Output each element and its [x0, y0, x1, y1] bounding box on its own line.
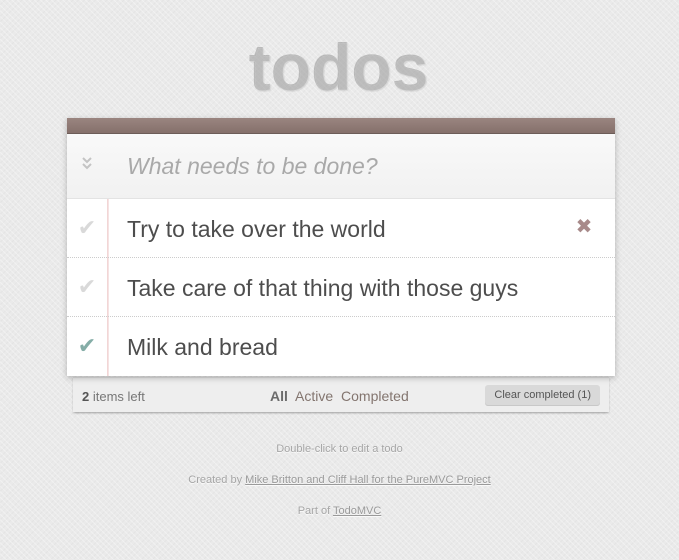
credits-prefix: Created by [188, 474, 243, 486]
todo-card: ✔ Try to take over the world ✖ ✔ Take ca… [67, 118, 615, 376]
double-chevron-down-icon[interactable] [79, 156, 95, 176]
todo-item-label: Take care of that thing with those guys [127, 275, 519, 301]
credits-line: Created by Mike Britton and Cliff Hall f… [0, 474, 679, 486]
items-left-number: 2 [82, 389, 90, 404]
todomvc-link[interactable]: TodoMVC [333, 505, 381, 517]
todo-item-label: Try to take over the world [127, 216, 386, 242]
clear-completed-button[interactable]: Clear completed (1) [485, 385, 600, 406]
credits-link[interactable]: Mike Britton and Cliff Hall for the Pure… [245, 474, 491, 486]
new-todo-input[interactable] [117, 146, 615, 186]
app-title: todos [249, 31, 430, 105]
new-todo-row [67, 134, 615, 199]
destroy-x-icon[interactable]: ✖ [573, 215, 595, 239]
part-of-line: Part of TodoMVC [0, 505, 679, 517]
todo-item[interactable]: ✔ Take care of that thing with those guy… [67, 258, 615, 317]
check-icon[interactable]: ✔ [75, 333, 99, 359]
filters: All Active Completed [270, 388, 413, 404]
filter-active[interactable]: Active [295, 388, 333, 404]
filter-completed[interactable]: Completed [341, 388, 409, 404]
filter-all[interactable]: All [270, 388, 288, 404]
todo-item[interactable]: ✔ Try to take over the world ✖ [67, 199, 615, 258]
edit-hint: Double-click to edit a todo [276, 443, 403, 455]
items-left-count: 2 items left [82, 389, 145, 404]
todo-footer: 2 items left All Active Completed Clear … [73, 377, 609, 412]
part-of-prefix: Part of [297, 505, 331, 517]
todo-item-label: Milk and bread [127, 334, 278, 360]
toggle-all-icon-svg [82, 157, 92, 170]
card-header-bar [67, 118, 615, 134]
todo-list: ✔ Try to take over the world ✖ ✔ Take ca… [67, 199, 615, 375]
check-icon[interactable]: ✔ [75, 215, 99, 241]
check-icon[interactable]: ✔ [75, 274, 99, 300]
items-left-label: items left [92, 389, 145, 404]
todo-item[interactable]: ✔ Milk and bread [67, 317, 615, 375]
